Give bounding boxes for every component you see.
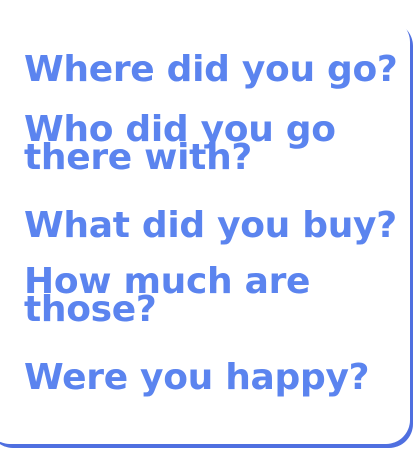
question-who-did-you-go-with: Who did you go there with?	[24, 112, 336, 176]
question-how-much-are-those: How much are those?	[24, 264, 310, 328]
question-line: those?	[24, 289, 157, 330]
question-what-did-you-buy: What did you buy?	[24, 205, 397, 246]
question-were-you-happy: Were you happy?	[24, 357, 370, 398]
question-line: there with?	[24, 137, 252, 178]
question-where-did-you-go: Where did you go?	[24, 49, 398, 90]
